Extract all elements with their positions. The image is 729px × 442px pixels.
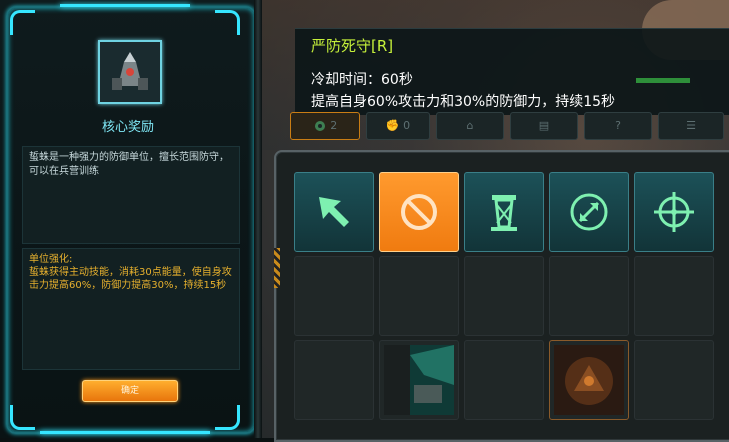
top-button-row: 2 ✊ 0 ⌂ ▤ ? ☰	[290, 112, 729, 140]
command-slot-empty[interactable]	[379, 256, 459, 336]
frame-corner	[10, 10, 35, 35]
gear-icon	[314, 121, 325, 131]
skill-cooldown: 冷却时间：60秒	[311, 72, 413, 88]
command-slot-empty[interactable]	[549, 256, 629, 336]
unit-description: 蜇蛛是一种强力的防御单位，擅长范围防守，可以在兵营训练	[29, 152, 229, 177]
gear-count: 2	[330, 119, 338, 132]
fist-count: 0	[403, 119, 411, 132]
unit-portrait-slot[interactable]	[549, 340, 629, 420]
command-slot-empty[interactable]	[294, 256, 374, 336]
help-icon: ?	[615, 119, 621, 132]
command-slot-empty[interactable]	[464, 340, 544, 420]
command-move[interactable]	[294, 172, 374, 252]
unit-description-box: 蜇蛛是一种强力的防御单位，擅长范围防守，可以在兵营训练	[22, 146, 240, 244]
enhance-description: 蜇蛛获得主动技能，消耗30点能量，使自身攻击力提高60%，防御力提高30%，持续…	[29, 267, 232, 291]
panel-divider	[254, 0, 262, 438]
building-icon: ⌂	[466, 119, 474, 132]
frame-corner	[215, 10, 240, 35]
tower-icon	[491, 195, 517, 231]
confirm-button[interactable]: 确定	[82, 380, 178, 402]
command-stop[interactable]	[379, 172, 459, 252]
command-tower[interactable]	[464, 172, 544, 252]
unit-portrait-icon	[554, 345, 624, 415]
command-slot-empty[interactable]	[464, 256, 544, 336]
command-target[interactable]	[634, 172, 714, 252]
book-icon: ▤	[538, 119, 550, 132]
list-icon: ☰	[686, 119, 696, 132]
command-defend[interactable]	[549, 172, 629, 252]
command-slot-empty[interactable]	[634, 256, 714, 336]
unit-health-bar	[636, 78, 690, 83]
unit-enhance-box: 单位强化: 蜇蛛获得主动技能，消耗30点能量，使自身攻击力提高60%，防御力提高…	[22, 248, 240, 370]
frame-corner	[10, 405, 35, 430]
reward-panel: 核心奖励 蜇蛛是一种强力的防御单位，擅长范围防守，可以在兵营训练 单位强化: 蜇…	[0, 0, 262, 438]
frame-glow-bottom	[40, 431, 210, 434]
skill-tooltip: 严防死守[R] 冷却时间：60秒 提高自身60%攻击力和30%的防御力，持续15…	[295, 28, 729, 115]
move-arrow-icon	[319, 197, 349, 227]
target-crosshair-icon	[654, 192, 694, 232]
gear-button[interactable]: 2	[290, 112, 360, 140]
list-button[interactable]: ☰	[658, 112, 724, 140]
reward-title: 核心奖励	[101, 120, 154, 135]
book-button[interactable]: ▤	[510, 112, 578, 140]
command-slot-empty[interactable]	[294, 340, 374, 420]
fist-button[interactable]: ✊ 0	[366, 112, 430, 140]
skill-title: 严防死守[R]	[311, 37, 394, 55]
unit-portrait-slot[interactable]	[379, 340, 459, 420]
frame-corner	[215, 405, 240, 430]
fist-icon: ✊	[385, 119, 400, 132]
command-slot-empty[interactable]	[634, 340, 714, 420]
defend-shield-icon	[570, 193, 608, 231]
frame-glow-top	[60, 4, 190, 7]
help-button[interactable]: ?	[584, 112, 652, 140]
stop-icon	[401, 194, 437, 230]
unit-portrait-icon	[384, 345, 454, 415]
hazard-stripe	[274, 248, 280, 288]
building-button[interactable]: ⌂	[436, 112, 504, 140]
skill-description: 提高自身60%攻击力和30%的防御力，持续15秒	[311, 94, 616, 110]
reward-unit-icon	[98, 40, 162, 104]
enhance-title: 单位强化:	[29, 254, 73, 265]
